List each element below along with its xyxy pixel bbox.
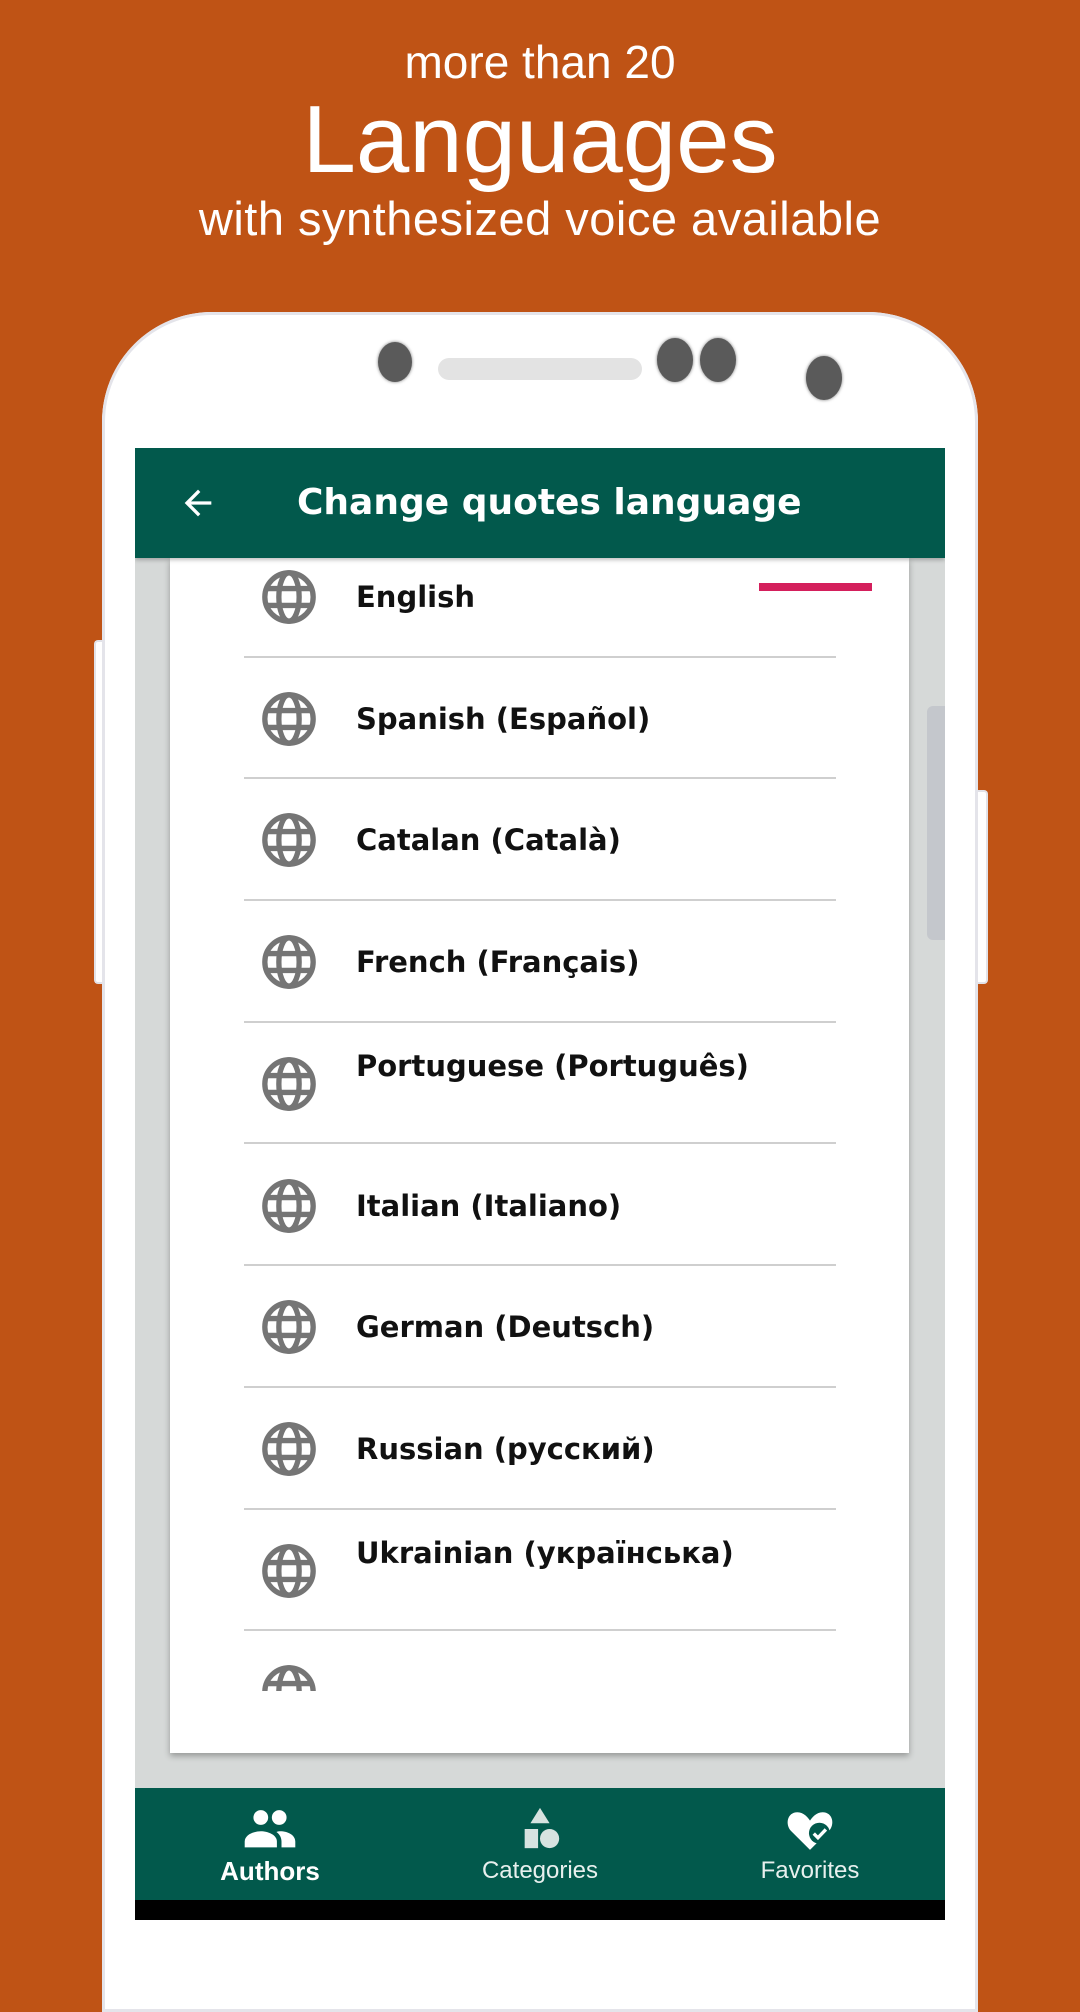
globe-icon <box>260 1177 318 1235</box>
system-nav-bar <box>135 1900 945 1920</box>
selected-indicator <box>759 583 872 591</box>
app-toolbar: Change quotes language <box>135 448 945 558</box>
language-item[interactable]: Italian (Italiano) <box>170 1145 909 1267</box>
app-screen: Change quotes language English Spanish (E… <box>135 448 945 1920</box>
heart-check-icon <box>787 1812 833 1850</box>
page-title: Change quotes language <box>297 482 802 523</box>
language-list: English Spanish (Español) Catalan (Català)… <box>170 558 909 1753</box>
globe-icon <box>260 933 318 991</box>
language-label: Russian (русский) <box>356 1431 655 1466</box>
globe-icon <box>260 811 318 869</box>
language-item[interactable]: English <box>170 558 909 658</box>
language-item[interactable]: Portuguese (Português) <box>170 1023 909 1145</box>
globe-icon <box>260 1542 318 1600</box>
language-label: French (Français) <box>356 945 640 980</box>
phone-sensor-icon <box>700 338 736 382</box>
globe-icon <box>260 1663 318 1692</box>
language-label: Spanish (Español) <box>356 701 651 736</box>
nav-item-favorites[interactable]: Favorites <box>675 1788 945 1900</box>
language-label: Catalan (Català) <box>356 823 621 858</box>
people-icon <box>244 1810 296 1848</box>
phone-sensor-icon <box>657 338 693 382</box>
phone-camera-icon <box>806 356 842 400</box>
nav-item-authors[interactable]: Authors <box>135 1788 405 1900</box>
language-item[interactable]: Spanish (Español) <box>170 658 909 780</box>
language-item-partial[interactable] <box>170 1631 909 1692</box>
globe-icon <box>260 1055 318 1113</box>
bottom-navigation: Authors Categories Favorites <box>135 1788 945 1900</box>
nav-label-categories: Categories <box>481 1857 599 1884</box>
language-label: Portuguese (Português) <box>356 1048 749 1083</box>
language-item[interactable]: Russian (русский) <box>170 1388 909 1510</box>
language-item[interactable]: German (Deutsch) <box>170 1266 909 1388</box>
nav-label-favorites: Favorites <box>760 1857 860 1884</box>
language-item[interactable]: Ukrainian (українська) <box>170 1510 909 1632</box>
nav-label-authors: Authors <box>220 1856 320 1886</box>
language-label: German (Deutsch) <box>356 1310 655 1345</box>
promo-title: Languages <box>302 86 778 193</box>
globe-icon <box>260 568 318 626</box>
language-label: Italian (Italiano) <box>356 1188 622 1223</box>
arrow-left-icon <box>184 489 212 517</box>
globe-icon <box>260 690 318 748</box>
phone-sensor-icon <box>378 342 412 382</box>
nav-item-categories[interactable]: Categories <box>405 1788 675 1900</box>
phone-side-button-right <box>978 790 988 984</box>
language-label: English <box>356 580 476 614</box>
scrollbar-thumb[interactable] <box>927 706 945 940</box>
language-item[interactable]: French (Français) <box>170 901 909 1023</box>
phone-speaker <box>438 358 642 380</box>
promo-subtitle-top: more than 20 <box>404 36 676 88</box>
globe-icon <box>260 1298 318 1356</box>
shapes-icon <box>524 1807 560 1849</box>
language-item[interactable]: Catalan (Català) <box>170 779 909 902</box>
language-label: Ukrainian (українська) <box>356 1535 734 1570</box>
promo-subtitle-bottom: with synthesized voice available <box>198 192 882 245</box>
back-button[interactable] <box>173 478 223 528</box>
globe-icon <box>260 1420 318 1478</box>
